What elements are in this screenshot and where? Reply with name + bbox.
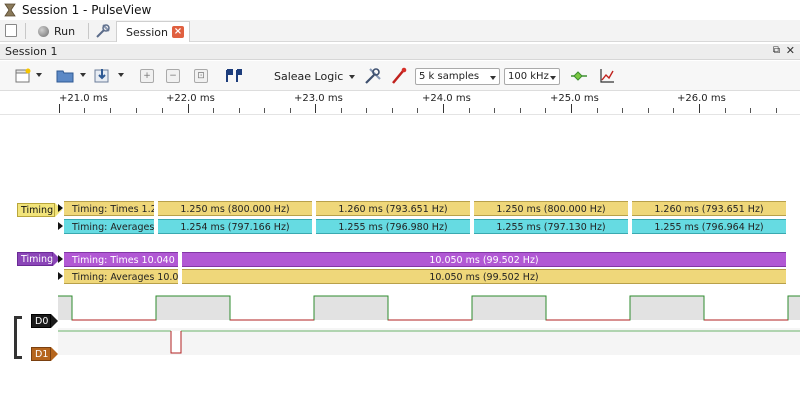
decoder-label: Timing	[21, 254, 54, 265]
annotation-averages-segment[interactable]: 1.254 ms (797.166 Hz)	[158, 219, 312, 234]
ruler-label: +26.0 ms	[677, 93, 726, 104]
d0-high-fill	[156, 296, 230, 320]
ruler-tick	[315, 104, 316, 113]
add-decoder-icon[interactable]	[14, 67, 32, 85]
pulseview-app-icon	[4, 3, 16, 17]
chevron-down-icon[interactable]	[80, 73, 86, 77]
annotation-averages-label[interactable]: Timing: Averages...	[64, 219, 154, 234]
sample-rate-value: 100 kHz	[508, 71, 549, 82]
annotation-times-segment[interactable]: 1.260 ms (793.651 Hz)	[316, 201, 470, 216]
tab-label: Session 1	[126, 25, 179, 39]
ruler-tick	[699, 104, 700, 113]
ruler-label: +24.0 ms	[422, 93, 471, 104]
d0-high-fill	[630, 296, 704, 320]
ruler-tick	[59, 104, 60, 113]
device-label: Saleae Logic	[274, 70, 344, 83]
annotation-averages-segment[interactable]: 10.050 ms (99.502 Hz)	[182, 269, 786, 284]
chevron-down-icon[interactable]	[118, 73, 124, 77]
toolbar-separator	[88, 23, 89, 39]
chevron-down-icon[interactable]	[36, 73, 42, 77]
d0-high-fill	[58, 296, 72, 320]
device-selector[interactable]: Saleae Logic	[262, 68, 358, 85]
ruler-tick	[443, 104, 444, 113]
ruler-label: +23.0 ms	[294, 93, 343, 104]
window-titlebar: Session 1 - PulseView	[0, 0, 800, 20]
tab-session-1[interactable]: Session 1 ×	[116, 21, 190, 42]
annotation-times-segment[interactable]: 1.250 ms (800.000 Hz)	[474, 201, 628, 216]
sample-count-value: 5 k samples	[419, 71, 480, 82]
annotation-averages-segment[interactable]: 1.255 ms (796.964 Hz)	[632, 219, 786, 234]
zoom-out-icon[interactable]: −	[166, 69, 180, 83]
decoder-header-timing-1[interactable]: Timing	[17, 203, 62, 217]
row-caret-icon	[58, 272, 63, 280]
session-dock-titlebar: Session 1 ⧉ ✕	[0, 44, 800, 60]
open-folder-icon[interactable]	[56, 67, 74, 85]
channel-label: D0	[35, 316, 49, 327]
session-dock-title: Session 1	[5, 45, 58, 58]
d0-high-fill	[788, 296, 800, 320]
configure-device-icon[interactable]	[364, 67, 382, 85]
window-title: Session 1 - PulseView	[22, 3, 152, 17]
row-caret-icon	[58, 204, 63, 212]
annotation-averages-segment[interactable]: 1.255 ms (796.980 Hz)	[316, 219, 470, 234]
channel-label: D1	[35, 349, 49, 360]
trace-view[interactable]: Timing Timing: Times 1.2... 1.250 ms (80…	[0, 115, 800, 416]
chevron-down-icon	[550, 76, 556, 80]
cursor-icon[interactable]	[224, 67, 242, 85]
d1-low-fill	[171, 331, 181, 353]
run-button[interactable]: Run	[38, 22, 75, 40]
logic-waveforms	[58, 295, 800, 354]
close-tab-icon[interactable]: ×	[172, 26, 184, 38]
annotation-times-segment[interactable]: 1.250 ms (800.000 Hz)	[158, 201, 312, 216]
channel-group-bracket	[14, 316, 22, 359]
decoder-header-timing-2[interactable]: Timing	[17, 252, 60, 266]
zoom-fit-icon[interactable]: ⊡	[194, 69, 208, 83]
row-caret-icon	[58, 255, 63, 263]
probe-config-icon[interactable]	[390, 67, 408, 85]
row-caret-icon	[58, 222, 63, 230]
annotation-times-segment[interactable]: 1.260 ms (793.651 Hz)	[632, 201, 786, 216]
toolbar-separator	[25, 23, 26, 39]
ruler-label: +25.0 ms	[550, 93, 599, 104]
zoom-in-icon[interactable]: +	[140, 69, 154, 83]
ruler-label: +21.0 ms	[59, 93, 108, 104]
new-session-button[interactable]	[5, 24, 17, 37]
annotation-times-label[interactable]: Timing: Times 1.2...	[64, 201, 154, 216]
session-toolbar: + − ⊡ Saleae Logic 5 k samples 100 kHz	[0, 61, 800, 91]
annotation-averages-segment[interactable]: 1.255 ms (797.130 Hz)	[474, 219, 628, 234]
decoder-label: Timing	[21, 205, 54, 216]
annotation-times-label[interactable]: Timing: Times 10.040 ms	[64, 252, 178, 267]
float-dock-icon[interactable]: ⧉	[773, 45, 780, 56]
save-icon[interactable]	[93, 67, 111, 85]
d0-high-fill	[314, 296, 388, 320]
run-label: Run	[54, 24, 76, 38]
ruler-label: +22.0 ms	[166, 93, 215, 104]
d0-high-fill	[472, 296, 546, 320]
settings-tools-icon[interactable]	[95, 23, 111, 39]
run-indicator-icon	[38, 25, 49, 37]
time-ruler[interactable]: +21.0 ms +22.0 ms +23.0 ms +24.0 ms +25.…	[0, 91, 800, 115]
add-math-signal-icon[interactable]	[570, 67, 588, 85]
annotation-times-segment[interactable]: 10.050 ms (99.502 Hz)	[182, 252, 786, 267]
ruler-tick	[571, 104, 572, 113]
main-toolbar: Run Session 1 ×	[0, 20, 800, 42]
ruler-tick	[188, 104, 189, 113]
sample-rate-select[interactable]: 100 kHz	[504, 68, 560, 85]
channel-header-d0[interactable]: D0	[31, 314, 58, 328]
annotation-averages-label[interactable]: Timing: Averages 10.05...	[64, 269, 178, 284]
channel-header-d1[interactable]: D1	[31, 347, 58, 361]
close-dock-icon[interactable]: ✕	[786, 44, 795, 57]
math-function-icon[interactable]	[598, 67, 616, 85]
sample-count-select[interactable]: 5 k samples	[415, 68, 500, 85]
chevron-down-icon	[490, 76, 496, 80]
chevron-down-icon	[349, 75, 355, 79]
